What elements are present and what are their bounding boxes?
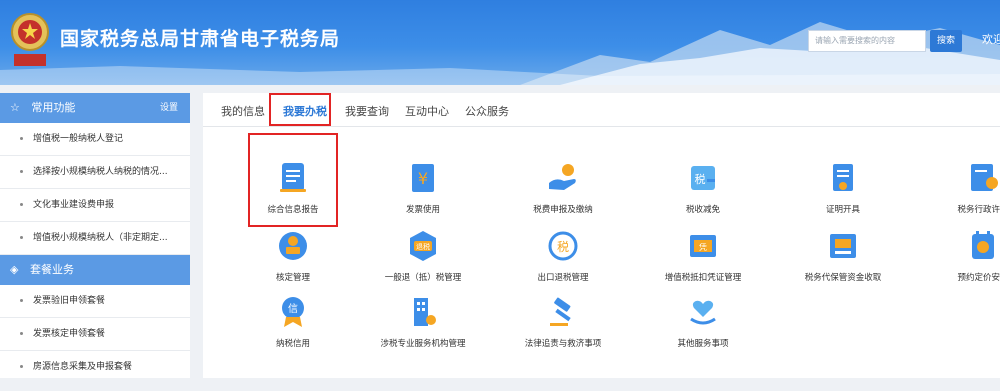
service-assessment-management[interactable]: 核定管理 (238, 229, 348, 283)
certificate-icon (833, 164, 853, 191)
tab-highlight-box (269, 93, 331, 126)
svg-text:退税: 退税 (416, 242, 430, 251)
bullet-icon (20, 170, 23, 173)
service-export-refund[interactable]: 税 出口退税管理 (508, 229, 618, 283)
service-tax-reduction[interactable]: 税 税收减免 (648, 161, 758, 215)
welcome-text: 欢迎 (982, 33, 1000, 46)
pricing-agreement-icon (972, 231, 994, 259)
sidebar-item[interactable]: 发票核定申领套餐 (0, 318, 190, 351)
bullet-icon (20, 203, 23, 206)
service-general-refund[interactable]: 退税 一般退（抵）税管理 (368, 229, 478, 283)
service-tax-credit[interactable]: 信 纳税信用 (238, 295, 348, 349)
sidebar-common-header[interactable]: ☆ 常用功能 设置 (0, 93, 190, 123)
tax-emblem-icon (11, 13, 49, 66)
tab-my-info[interactable]: 我的信息 (221, 103, 265, 119)
sidebar-setting-link[interactable]: 设置 (160, 93, 178, 123)
bullet-icon (20, 299, 23, 302)
service-certificate-issue[interactable]: 证明开具 (788, 161, 898, 215)
layers-icon: ◈ (10, 263, 19, 276)
service-other-matters[interactable]: 其他服务事项 (648, 295, 758, 349)
main-panel: 我的信息 我要办税 我要查询 互动中心 公众服务 综合信息报告 ¥ 发票使用 税… (203, 93, 1000, 378)
service-legal-remedy[interactable]: 法律追责与救济事项 (508, 295, 618, 349)
svg-text:凭: 凭 (699, 242, 707, 252)
stamp-icon (279, 232, 307, 260)
bullet-icon (20, 137, 23, 140)
svg-text:税: 税 (695, 172, 706, 186)
svg-text:税: 税 (557, 240, 569, 254)
sidebar-package-title: 套餐业务 (29, 263, 74, 276)
tax-refund-icon: 退税 (410, 231, 436, 261)
service-admin-license[interactable]: 税务行政许可 (928, 161, 1000, 215)
service-custody-fund[interactable]: 税务代保管资金收取 (788, 229, 898, 283)
service-comprehensive-report[interactable]: 综合信息报告 (238, 161, 348, 215)
tab-query[interactable]: 我要查询 (345, 103, 389, 119)
page: 国家税务总局甘肃省电子税务局 请输入需要搜索的内容 搜索 欢迎 ☆ 常用功能 设… (0, 0, 1000, 391)
export-refund-icon: 税 (548, 231, 578, 261)
svg-text:信: 信 (288, 303, 298, 315)
sidebar-common-title: 常用功能 (31, 101, 76, 114)
svg-text:¥: ¥ (418, 169, 428, 188)
sidebar-item[interactable]: 发票验旧申领套餐 (0, 285, 190, 318)
tab-interaction[interactable]: 互动中心 (405, 103, 449, 119)
sidebar-item[interactable]: 增值税小规模纳税人（非定期定... (0, 222, 190, 255)
custody-fund-icon (830, 234, 856, 258)
bullet-icon (20, 365, 23, 368)
sidebar-item[interactable]: 选择按小规模纳税人纳税的情况... (0, 156, 190, 189)
tab-public-service[interactable]: 公众服务 (465, 103, 509, 119)
invoice-yen-icon: ¥ (412, 164, 434, 192)
sidebar-item[interactable]: 文化事业建设费申报 (0, 189, 190, 222)
site-header: 国家税务总局甘肃省电子税务局 请输入需要搜索的内容 搜索 欢迎 (0, 0, 1000, 85)
service-pricing-agreement[interactable]: 预约定价安排 (928, 229, 1000, 283)
bullet-icon (20, 236, 23, 239)
service-vat-voucher[interactable]: 凭 增值税抵扣凭证管理 (648, 229, 758, 283)
gavel-icon (550, 297, 571, 326)
service-tax-filing-payment[interactable]: 税费申报及缴纳 (508, 161, 618, 215)
service-invoice-use[interactable]: ¥ 发票使用 (368, 161, 478, 215)
star-icon: ☆ (10, 101, 20, 114)
hand-coin-icon (549, 164, 576, 190)
building-icon (414, 298, 436, 326)
sidebar-package-header[interactable]: ◈ 套餐业务 (0, 255, 190, 285)
search-button[interactable]: 搜索 (930, 30, 962, 52)
site-title: 国家税务总局甘肃省电子税务局 (60, 28, 341, 50)
heart-hand-icon (690, 300, 716, 325)
vat-voucher-icon: 凭 (690, 235, 716, 257)
bottom-strip (0, 378, 1000, 391)
admin-license-icon (971, 164, 998, 191)
service-professional-agency[interactable]: 涉税专业服务机构管理 (368, 295, 478, 349)
sidebar: ☆ 常用功能 设置 增值税一般纳税人登记 选择按小规模纳税人纳税的情况... 文… (0, 93, 190, 391)
sidebar-item[interactable]: 增值税一般纳税人登记 (0, 123, 190, 156)
bullet-icon (20, 332, 23, 335)
credit-medal-icon: 信 (282, 297, 304, 327)
tax-reduction-icon: 税 (691, 166, 715, 190)
search-input[interactable]: 请输入需要搜索的内容 (808, 30, 926, 52)
document-report-icon (280, 163, 306, 192)
